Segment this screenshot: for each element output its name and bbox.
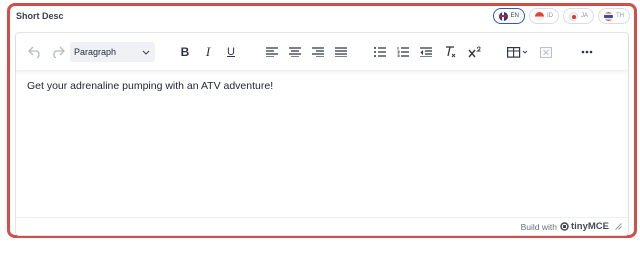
bullet-list-button[interactable] xyxy=(372,42,388,62)
flag-th-icon xyxy=(604,11,613,21)
field-label: Short Desc xyxy=(16,11,64,21)
flag-en-icon xyxy=(498,11,508,21)
undo-button[interactable] xyxy=(26,42,44,62)
chevron-down-icon xyxy=(142,50,150,55)
undo-icon xyxy=(28,46,40,58)
lang-code: JA xyxy=(580,13,588,19)
block-format-value: Paragraph xyxy=(74,47,117,57)
align-left-icon xyxy=(266,47,278,57)
align-center-icon xyxy=(289,47,301,57)
editor-toolbar: Paragraph B I U xyxy=(16,33,628,71)
language-switcher: EN ID JA TH xyxy=(492,8,630,24)
superscript-button[interactable] xyxy=(466,42,484,62)
table-button[interactable] xyxy=(505,42,531,62)
clear-formatting-icon xyxy=(446,46,456,58)
tinymce-brand[interactable]: tinyMCE xyxy=(560,221,609,232)
outdent-icon xyxy=(420,47,432,57)
superscript-icon xyxy=(468,46,481,58)
resize-handle-icon[interactable] xyxy=(615,223,622,230)
lang-code: EN xyxy=(510,13,519,19)
lang-pill-id[interactable]: ID xyxy=(528,8,559,24)
lang-pill-en[interactable]: EN xyxy=(492,8,525,24)
numbered-list-icon xyxy=(397,47,409,57)
tinymce-logo-icon xyxy=(560,222,569,231)
bold-button[interactable]: B xyxy=(177,42,193,62)
table-icon xyxy=(507,46,528,58)
flag-id-icon xyxy=(534,11,544,21)
block-format-select[interactable]: Paragraph xyxy=(70,42,155,62)
editor-statusbar: Build with tinyMCE xyxy=(16,217,628,235)
build-with-text: Build with xyxy=(520,221,557,232)
short-desc-panel: Short Desc EN ID JA TH Paragraph B I U G… xyxy=(7,3,637,238)
lang-pill-ja[interactable]: JA xyxy=(562,8,594,24)
align-center-button[interactable] xyxy=(287,42,303,62)
align-right-icon xyxy=(312,47,324,57)
align-justify-button[interactable] xyxy=(333,42,349,62)
flag-ja-icon xyxy=(568,11,578,21)
lang-code: ID xyxy=(546,13,553,19)
editor-content[interactable]: Get your adrenaline pumping with an ATV … xyxy=(27,80,273,92)
align-justify-icon xyxy=(335,47,347,57)
redo-icon xyxy=(53,46,65,58)
lang-pill-th[interactable]: TH xyxy=(598,8,630,24)
align-left-button[interactable] xyxy=(264,42,280,62)
bullet-list-icon xyxy=(374,47,386,57)
clear-formatting-button[interactable] xyxy=(442,42,458,62)
brand-name: tinyMCE xyxy=(571,221,609,232)
lang-code: TH xyxy=(616,13,624,19)
numbered-list-button[interactable] xyxy=(395,42,411,62)
italic-button[interactable]: I xyxy=(200,42,216,62)
more-icon xyxy=(581,50,593,54)
redo-button[interactable] xyxy=(49,42,67,62)
rich-text-editor: Paragraph B I U Get your adrenaline pump… xyxy=(15,32,629,236)
underline-button[interactable]: U xyxy=(223,42,239,62)
align-right-button[interactable] xyxy=(310,42,326,62)
outdent-button[interactable] xyxy=(418,42,434,62)
more-button[interactable] xyxy=(578,42,596,62)
remove-table-icon xyxy=(540,46,552,58)
remove-table-button[interactable] xyxy=(538,42,554,62)
